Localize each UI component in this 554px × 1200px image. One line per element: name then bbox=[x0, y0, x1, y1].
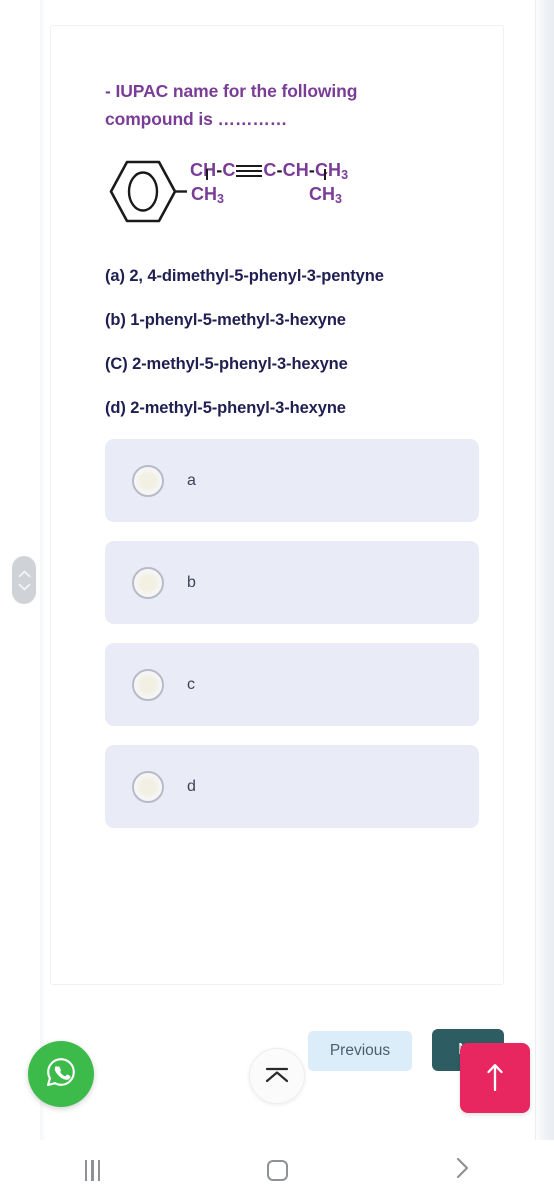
bond-line-right-icon bbox=[324, 169, 327, 181]
nav-home-button[interactable] bbox=[185, 1159, 370, 1181]
chevron-up-icon bbox=[18, 570, 31, 578]
chevron-down-icon bbox=[18, 583, 31, 591]
radio-button-b[interactable] bbox=[132, 566, 164, 599]
radio-button-a[interactable] bbox=[132, 464, 164, 497]
benzene-ring-icon bbox=[107, 159, 189, 230]
question-prompt: - IUPAC name for the following compound … bbox=[105, 81, 358, 129]
page-edge-strip bbox=[535, 0, 554, 1140]
bond-line-left-icon bbox=[206, 169, 209, 181]
choice-label-d: d bbox=[187, 777, 196, 795]
nav-recents-button[interactable] bbox=[0, 1159, 185, 1181]
options-text-list: (a) 2, 4-dimethyl-5-phenyl-3-pentyne (b)… bbox=[105, 264, 481, 420]
back-chevron-icon bbox=[454, 1156, 470, 1185]
choice-label-a: a bbox=[187, 471, 196, 489]
formula-substituents: CH3 CH3 bbox=[190, 169, 348, 207]
previous-button[interactable]: Previous bbox=[308, 1031, 412, 1071]
whatsapp-icon bbox=[43, 1054, 79, 1095]
left-rail bbox=[40, 0, 46, 1140]
option-text-b: (b) 1-phenyl-5-methyl-3-hexyne bbox=[105, 311, 346, 330]
structural-formula: CH-C C-CH-CH3 CH3 CH3 bbox=[190, 161, 348, 207]
recents-icon bbox=[84, 1159, 101, 1181]
substituent-right: CH3 bbox=[309, 184, 342, 207]
radio-button-d[interactable] bbox=[132, 770, 164, 803]
android-navigation-bar bbox=[0, 1140, 554, 1200]
option-text-d: (d) 2-methyl-5-phenyl-3-hexyne bbox=[105, 398, 346, 417]
scroll-to-top-button[interactable] bbox=[460, 1043, 530, 1113]
triple-bond-icon bbox=[236, 164, 263, 179]
choice-row-a[interactable]: a bbox=[105, 439, 479, 523]
substituent-left: CH3 bbox=[191, 184, 224, 207]
choice-label-c: c bbox=[187, 675, 195, 693]
arrow-up-icon bbox=[484, 1062, 506, 1095]
collapse-up-icon bbox=[262, 1062, 292, 1091]
home-icon bbox=[266, 1159, 288, 1181]
choice-row-c[interactable]: c bbox=[105, 643, 479, 727]
option-text-c: (C) 2-methyl-5-phenyl-3-hexyne bbox=[105, 354, 348, 373]
question-card: - IUPAC name for the following compound … bbox=[50, 25, 504, 985]
collapse-button[interactable] bbox=[249, 1048, 305, 1104]
whatsapp-button[interactable] bbox=[28, 1041, 94, 1107]
radio-button-c[interactable] bbox=[132, 668, 164, 701]
scroll-handle[interactable] bbox=[12, 556, 36, 604]
answer-choices: a b c d bbox=[105, 439, 481, 829]
chemical-structure: CH-C C-CH-CH3 CH3 CH3 bbox=[105, 155, 481, 230]
choice-row-d[interactable]: d bbox=[105, 745, 479, 829]
option-text-a: (a) 2, 4-dimethyl-5-phenyl-3-pentyne bbox=[105, 267, 384, 286]
choice-row-b[interactable]: b bbox=[105, 541, 479, 625]
choice-label-b: b bbox=[187, 573, 196, 591]
nav-back-button[interactable] bbox=[369, 1156, 554, 1185]
